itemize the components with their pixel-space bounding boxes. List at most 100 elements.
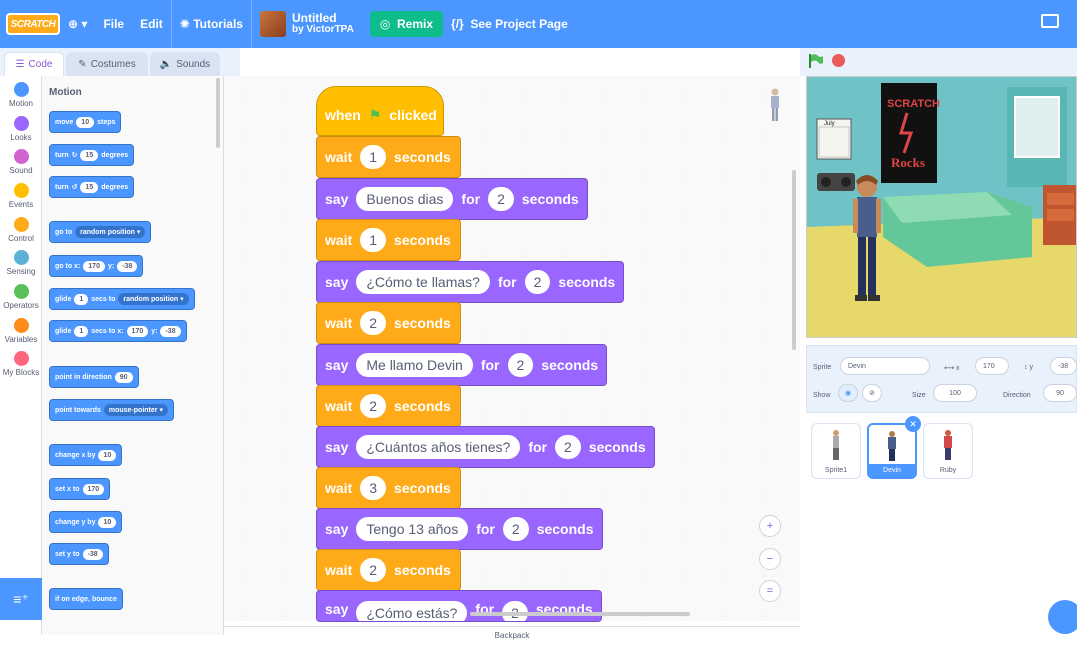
zoom-reset-button[interactable]: = xyxy=(759,580,781,602)
block-input[interactable]: 2 xyxy=(502,517,529,541)
workspace-hscrollbar[interactable] xyxy=(470,612,690,616)
block-wait[interactable]: wait 2 seconds xyxy=(316,302,461,344)
block-input[interactable]: 170 xyxy=(83,260,105,272)
block-input[interactable]: -38 xyxy=(117,260,138,272)
block-input[interactable]: 2 xyxy=(360,394,387,418)
block-turn-right[interactable]: turn ↻ 15 degrees xyxy=(49,144,135,166)
block-input[interactable]: -38 xyxy=(82,548,103,560)
show-hidden-button[interactable]: ⊘ xyxy=(862,384,882,402)
block-input[interactable]: 2 xyxy=(524,270,551,294)
block-wait[interactable]: wait 2 seconds xyxy=(316,549,461,591)
tab-sounds[interactable]: 🔈 Sounds xyxy=(150,52,220,76)
category-my-blocks[interactable]: My Blocks xyxy=(0,351,42,377)
see-project-page-button[interactable]: {/} See Project Page xyxy=(443,0,576,48)
block-change-x[interactable]: change x by 10 xyxy=(49,444,123,466)
block-when-flag-clicked[interactable]: when ⚑ clicked xyxy=(316,86,444,136)
block-input[interactable]: 10 xyxy=(98,516,117,528)
block-input[interactable]: 2 xyxy=(507,353,534,377)
add-extension-button[interactable]: ≡⁺ xyxy=(0,578,42,620)
block-input[interactable]: ¿Cómo estás? xyxy=(356,601,468,621)
block-set-x[interactable]: set x to 170 xyxy=(49,478,111,500)
block-input[interactable]: 170 xyxy=(82,483,105,495)
block-go-to[interactable]: go to random position ▾ xyxy=(49,221,152,243)
block-input[interactable]: 2 xyxy=(488,187,514,211)
block-go-to-xy[interactable]: go to x: 170 y: -38 xyxy=(49,255,144,277)
block-say-for[interactable]: say Me llamo Devin for 2 seconds xyxy=(316,344,608,386)
delete-sprite-button[interactable]: ✕ xyxy=(905,416,921,432)
block-input[interactable]: 10 xyxy=(98,449,117,461)
category-motion[interactable]: Motion xyxy=(0,82,42,108)
block-input[interactable]: Tengo 13 años xyxy=(356,517,469,541)
block-input[interactable]: 2 xyxy=(360,311,387,335)
block-input[interactable]: ¿Cómo te llamas? xyxy=(356,270,490,294)
block-point-towards[interactable]: point towards mouse-pointer ▾ xyxy=(49,399,174,421)
block-input[interactable]: 1 xyxy=(74,325,89,337)
block-say-for[interactable]: say¿Cómo estás?for2seconds xyxy=(316,590,602,622)
category-sound[interactable]: Sound xyxy=(0,149,42,175)
sprite-thumb-ruby[interactable]: Ruby xyxy=(923,423,973,479)
block-input[interactable]: 10 xyxy=(76,116,95,128)
block-input[interactable]: 15 xyxy=(80,181,99,193)
sprite-thumb-sprite1[interactable]: Sprite1 xyxy=(811,423,861,479)
block-glide-to[interactable]: glide 1 secs to random position ▾ xyxy=(49,288,195,310)
category-sensing[interactable]: Sensing xyxy=(0,250,42,276)
block-wait[interactable]: wait 3 seconds xyxy=(316,467,461,509)
category-control[interactable]: Control xyxy=(0,217,42,243)
block-input[interactable]: -38 xyxy=(160,325,181,337)
workspace-vscrollbar[interactable] xyxy=(792,170,796,350)
green-flag-icon[interactable] xyxy=(808,54,824,68)
project-info[interactable]: Untitled by VictorTPA xyxy=(252,0,362,48)
block-wait[interactable]: wait 1 seconds xyxy=(316,219,461,261)
zoom-out-button[interactable]: − xyxy=(759,548,781,570)
stop-icon[interactable] xyxy=(832,54,845,67)
block-say-for[interactable]: say ¿Cómo te llamas? for 2 seconds xyxy=(316,261,625,303)
size-input[interactable]: 100 xyxy=(933,384,977,402)
category-variables[interactable]: Variables xyxy=(0,318,42,344)
add-sprite-button[interactable] xyxy=(1048,600,1077,634)
backpack[interactable]: Backpack xyxy=(224,626,800,640)
block-turn-left[interactable]: turn ↺ 15 degrees xyxy=(49,176,135,198)
block-input[interactable]: 2 xyxy=(555,435,581,459)
zoom-in-button[interactable]: + xyxy=(759,515,781,537)
palette-scrollbar[interactable] xyxy=(216,78,220,148)
block-say-for[interactable]: say ¿Cuántos años tienes? for 2 seconds xyxy=(316,426,655,468)
block-input[interactable]: ¿Cuántos años tienes? xyxy=(356,435,521,459)
block-input[interactable]: 90 xyxy=(114,371,133,383)
block-say-for[interactable]: say Buenos dias for 2 seconds xyxy=(316,178,588,220)
block-input[interactable]: 1 xyxy=(360,228,387,252)
stage[interactable]: July SCRATCH Rocks xyxy=(806,76,1077,338)
folder-icon[interactable] xyxy=(1041,14,1059,28)
block-input[interactable]: 2 xyxy=(360,558,387,582)
language-menu[interactable]: ⊕ ▾ xyxy=(60,0,95,48)
category-events[interactable]: Events xyxy=(0,183,42,209)
block-glide-to-xy[interactable]: glide 1 secs to x: 170 y: -38 xyxy=(49,320,187,342)
direction-input[interactable]: 90 xyxy=(1043,384,1077,402)
file-menu[interactable]: File xyxy=(95,0,132,48)
block-dropdown[interactable]: random position ▾ xyxy=(75,226,146,238)
block-input[interactable]: 3 xyxy=(360,476,387,500)
show-visible-button[interactable]: ◉ xyxy=(838,384,858,402)
block-wait[interactable]: wait 2 seconds xyxy=(316,385,461,427)
sprite-name-input[interactable]: Devin xyxy=(840,357,930,375)
tab-code[interactable]: ☰ Code xyxy=(4,52,64,76)
category-operators[interactable]: Operators xyxy=(0,284,42,310)
block-change-y[interactable]: change y by 10 xyxy=(49,511,123,533)
block-input[interactable]: 170 xyxy=(126,325,149,337)
tab-costumes[interactable]: ✎ Costumes xyxy=(66,52,148,76)
x-input[interactable]: 170 xyxy=(975,357,1009,375)
block-input[interactable]: Buenos dias xyxy=(356,187,454,211)
block-move[interactable]: move 10 steps xyxy=(49,111,122,133)
block-say-for[interactable]: say Tengo 13 años for 2 seconds xyxy=(316,508,603,550)
block-point-direction[interactable]: point in direction 90 xyxy=(49,366,139,388)
block-input[interactable]: 1 xyxy=(74,293,89,305)
remix-button[interactable]: ◎ Remix xyxy=(369,11,444,37)
category-looks[interactable]: Looks xyxy=(0,116,42,142)
block-input[interactable]: Me llamo Devin xyxy=(356,353,473,377)
block-set-y[interactable]: set y to -38 xyxy=(49,543,109,565)
block-input[interactable]: 1 xyxy=(360,145,387,169)
block-dropdown[interactable]: mouse-pointer ▾ xyxy=(103,404,168,416)
edit-menu[interactable]: Edit xyxy=(132,0,171,48)
y-input[interactable]: -38 xyxy=(1050,357,1077,375)
tutorials-button[interactable]: ✺ Tutorials xyxy=(172,0,251,48)
block-input[interactable]: 15 xyxy=(80,149,99,161)
